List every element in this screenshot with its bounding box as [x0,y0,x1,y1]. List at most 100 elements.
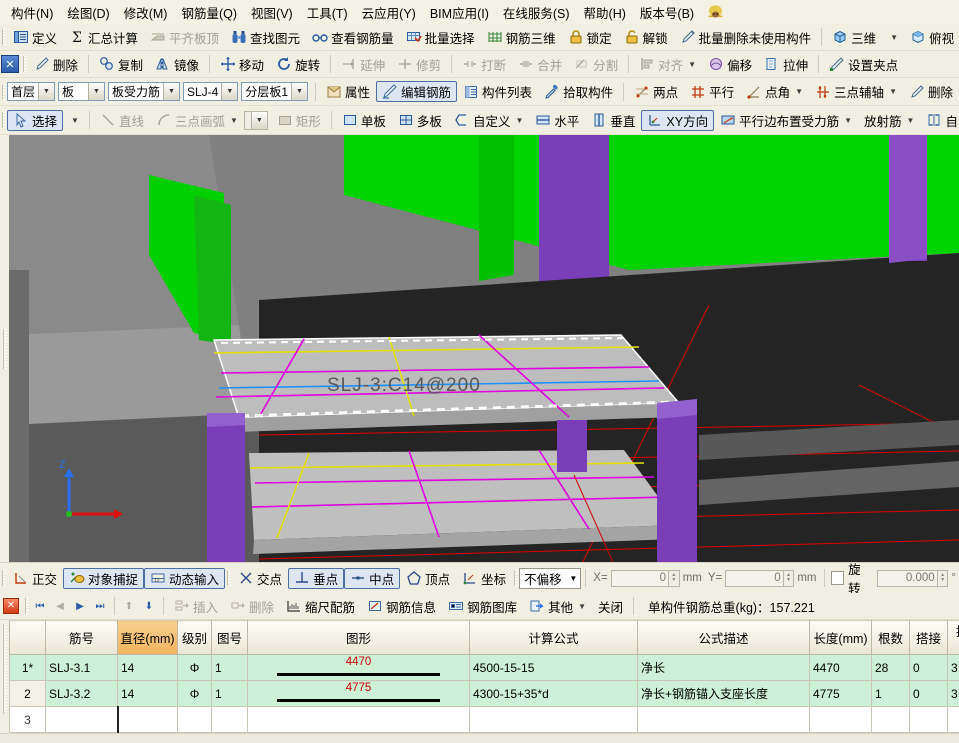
object-snap-button[interactable]: 对象捕捉 [63,567,145,589]
intersection-snap-button[interactable]: 交点 [232,568,288,589]
col-header-diameter[interactable]: 直径(mm) [117,620,178,655]
three-point-axis-button[interactable]: 三点辅轴 ▼ [809,81,903,102]
align-button[interactable]: 对齐 ▼ [633,54,702,75]
split-button[interactable]: 分割 [568,54,624,75]
vertical-button[interactable]: 垂直 [585,110,641,131]
midpoint-snap-button[interactable]: 中点 [344,567,401,589]
cell-formula[interactable]: 4300-15+35*d [469,680,638,707]
parallel-edge-rebar-button[interactable]: 平行边布置受力筋 ▼ [714,110,858,131]
cell-grade[interactable]: Φ [177,680,212,707]
find-element-button[interactable]: 查找图元 [225,27,306,48]
mirror-button[interactable]: 镜像 [149,54,205,75]
col-header-length[interactable]: 长度(mm) [809,620,872,655]
offset-button[interactable]: 偏移 [702,54,758,75]
cell-formula-desc[interactable] [637,706,810,733]
next-record-button[interactable]: ▶ [70,597,90,615]
rebar-type-select[interactable]: 板受力筋 ▼ [107,82,180,101]
cell-loss[interactable]: 3 [947,680,959,707]
cell-shape[interactable]: 4775 [247,680,470,707]
col-header-figure-no[interactable]: 图号 [211,620,248,655]
pick-component-button[interactable]: 拾取构件 [538,81,619,102]
menu-item-online-service[interactable]: 在线服务(S) [496,1,577,24]
extend-button[interactable]: 延伸 [335,54,391,75]
chevron-down-icon[interactable]: ▼ [566,574,580,583]
menu-item-help[interactable]: 帮助(H) [577,1,633,24]
cell-name[interactable]: SLJ-3.2 [45,680,118,707]
menu-item-view[interactable]: 视图(V) [244,1,300,24]
rotate-button[interactable]: 旋转 [270,54,326,75]
cell-shape[interactable] [247,706,470,733]
last-record-button[interactable]: ⏭ [90,597,110,615]
three-point-arc-button[interactable]: 三点画弧 ▼ [150,110,244,131]
cell-name[interactable]: SLJ-3.1 [45,654,118,681]
rebar-3d-button[interactable]: 钢筋三维 [481,27,562,48]
y-spinner[interactable]: ▲ ▼ [783,569,795,587]
chevron-down-icon[interactable]: ▼ [38,83,55,100]
menu-item-draw[interactable]: 绘图(D) [60,1,116,24]
dynamic-input-button[interactable]: 12 动态输入 [144,567,226,589]
cell-shape[interactable]: 4470 [247,654,470,681]
layer-select[interactable]: 分层板1 ▼ [241,82,309,101]
merge-button[interactable]: 合并 [512,54,568,75]
chevron-down-icon[interactable]: ▼ [87,83,104,100]
col-header-grade[interactable]: 级别 [177,620,212,655]
other-button[interactable]: 其他 ▼ [523,596,592,617]
toolbar-grip[interactable] [0,24,7,50]
batch-delete-unused-button[interactable]: 批量删除未使用构件 [674,27,818,48]
x-spinner[interactable]: ▲ ▼ [669,569,680,587]
radial-rebar-button[interactable]: 放射筋 ▼ [858,110,920,131]
viewport-left-grip[interactable] [0,135,9,562]
point-angle-button[interactable]: 点角 ▼ [740,81,809,102]
align-slab-top-button[interactable]: 平齐板顶 [144,27,225,48]
trim-button[interactable]: 修剪 [391,54,447,75]
col-header-formula[interactable]: 计算公式 [469,620,638,655]
cell-figure-no[interactable]: 1 [211,654,248,681]
col-header-formula-desc[interactable]: 公式描述 [637,620,810,655]
cell-lap[interactable] [909,706,948,733]
lock-button[interactable]: 锁定 [562,27,618,48]
cell-diameter[interactable] [116,706,178,733]
table-row[interactable]: 1* SLJ-3.1 14 Φ 1 4470 4500-15-15 净长 447… [9,654,959,681]
view-3d-button[interactable]: 三维 [826,27,882,48]
cell-loss[interactable] [947,706,959,733]
table-row[interactable]: 2 SLJ-3.2 14 Φ 1 4775 4300-15+35*d 净长+钢筋… [9,680,959,707]
rotate-checkbox[interactable] [830,571,845,585]
delete-row-button[interactable]: 删除 [224,596,280,617]
break-button[interactable]: 打断 [456,54,512,75]
close-table-button[interactable]: 关闭 [592,596,629,617]
cell-loss[interactable]: 3 [947,654,959,681]
edit-rebar-button[interactable]: 编辑钢筋 [376,81,458,102]
horizontal-button[interactable]: 水平 [529,110,585,131]
table-horizontal-scrollbar[interactable] [0,733,959,743]
menu-item-component[interactable]: 构件(N) [4,1,60,24]
snapbar-grip[interactable] [512,563,519,593]
col-header-rownum[interactable] [9,620,46,655]
view-top-button[interactable]: 俯视 [904,27,959,48]
col-header-shape[interactable]: 图形 [247,620,470,655]
helmet-icon[interactable] [707,4,724,20]
table-row[interactable]: 3 [9,706,959,733]
first-record-button[interactable]: ⏮ [30,597,50,615]
two-point-axis-button[interactable]: 两点 [628,81,684,102]
menu-item-rebar-quantity[interactable]: 钢筋量(Q) [174,1,244,24]
cell-length[interactable]: 4470 [809,654,872,681]
stretch-button[interactable]: 拉伸 [758,54,814,75]
cell-name[interactable] [45,706,118,733]
perpendicular-snap-button[interactable]: 垂点 [288,567,345,589]
component-name-select[interactable]: SLJ-4 ▼ [182,82,239,101]
y-input[interactable]: 0 [725,569,784,587]
cell-diameter[interactable]: 14 [117,654,178,681]
cell-lap[interactable]: 0 [909,654,948,681]
batch-select-button[interactable]: 批量选择 [400,27,481,48]
insert-row-button[interactable]: 插入 [168,596,224,617]
menu-item-cloud-app[interactable]: 云应用(Y) [355,1,423,24]
component-list-button[interactable]: 构件列表 [457,81,538,102]
snapbar-grip[interactable] [0,563,7,593]
toolbar-grip[interactable] [0,78,7,105]
cell-grade[interactable] [177,706,212,733]
chevron-down-icon[interactable]: ▼ [250,111,267,129]
rotate-spinner[interactable]: ▲ ▼ [937,569,949,587]
single-slab-button[interactable]: 单板 [336,110,392,131]
cell-formula[interactable]: 4500-15-15 [469,654,638,681]
view-rebar-quantity-button[interactable]: 查看钢筋量 [306,27,400,48]
